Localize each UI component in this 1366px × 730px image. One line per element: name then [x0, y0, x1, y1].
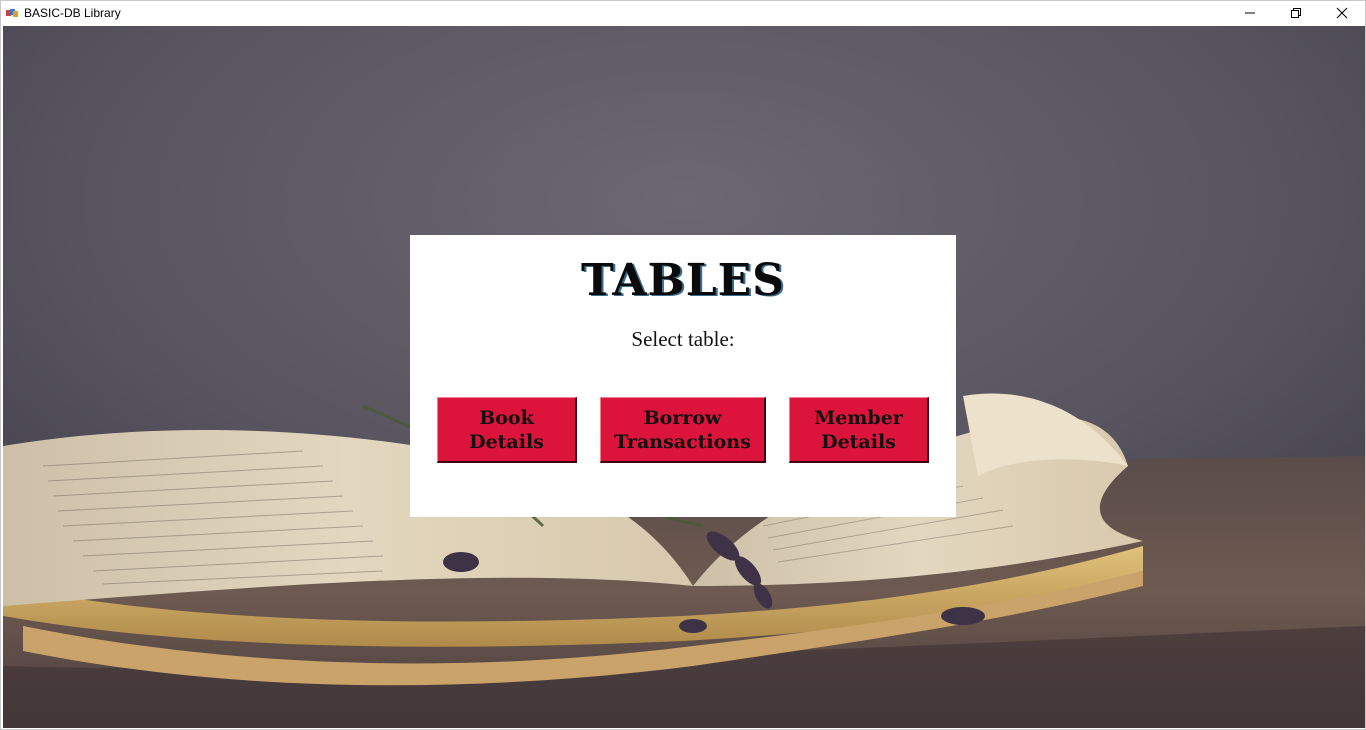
title-bar[interactable]: BASIC-DB Library — [1, 1, 1365, 25]
close-button[interactable] — [1319, 1, 1365, 25]
tables-panel: TABLES Select table: Book Details Borrow… — [410, 235, 956, 517]
restore-icon — [1291, 8, 1301, 18]
member-details-button[interactable]: Member Details — [789, 397, 929, 463]
book-details-label-line2: Details — [469, 430, 544, 453]
restore-button[interactable] — [1273, 1, 1319, 25]
window-title: BASIC-DB Library — [24, 6, 121, 20]
app-icon — [6, 8, 18, 18]
minimize-button[interactable] — [1227, 1, 1273, 25]
main-canvas: TABLES Select table: Book Details Borrow… — [3, 26, 1365, 728]
close-icon — [1336, 7, 1348, 19]
borrow-transactions-label-line2: Transactions — [614, 430, 751, 453]
book-details-label-line1: Book — [479, 406, 534, 429]
borrow-transactions-button[interactable]: Borrow Transactions — [600, 397, 766, 463]
select-table-label: Select table: — [631, 327, 735, 351]
borrow-transactions-label-line1: Borrow — [643, 406, 722, 429]
book-details-button[interactable]: Book Details — [437, 397, 577, 463]
window-controls — [1227, 1, 1365, 25]
minimize-icon — [1245, 12, 1255, 14]
page-title: TABLES — [581, 255, 785, 306]
app-window: BASIC-DB Library TABLES Select table: Bo… — [0, 0, 1366, 730]
member-details-label-line2: Details — [821, 430, 896, 453]
member-details-label-line1: Member — [814, 406, 903, 429]
